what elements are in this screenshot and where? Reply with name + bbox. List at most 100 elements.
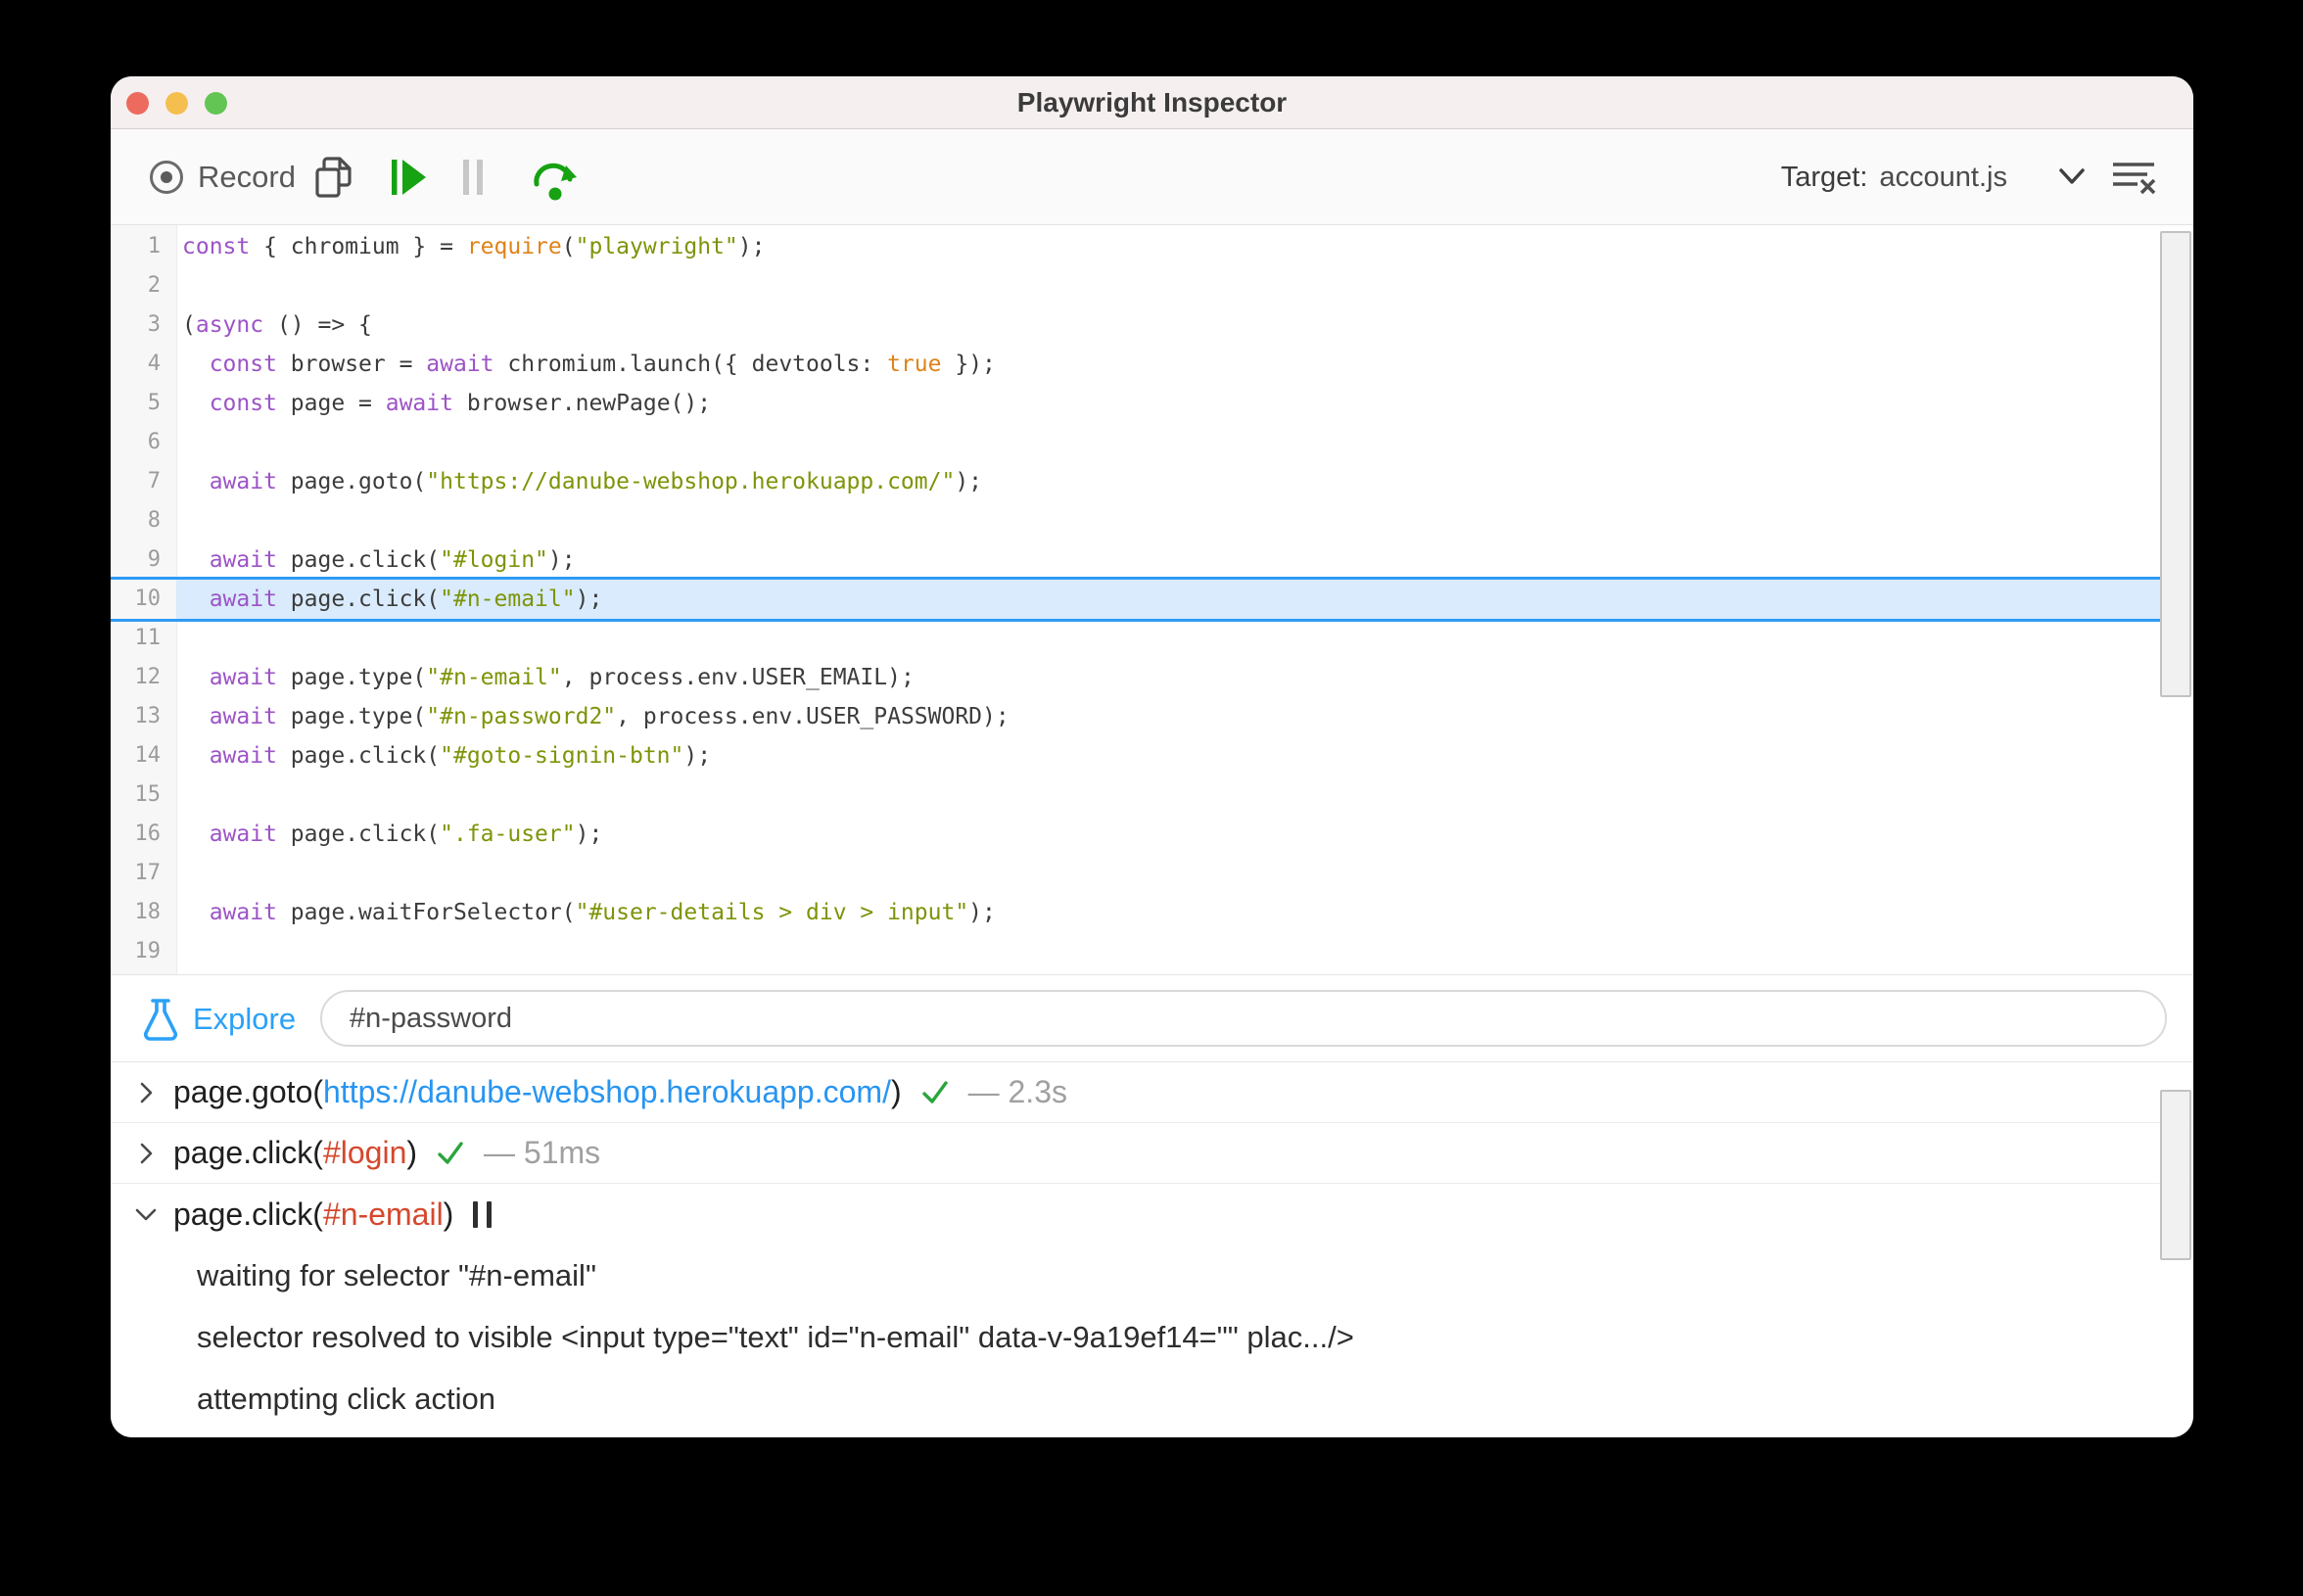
line-number: 12	[134, 665, 162, 689]
selector-input[interactable]	[320, 990, 2167, 1047]
line-number: 13	[134, 704, 162, 728]
code-line: 5 const page = await browser.newPage();	[111, 384, 2193, 423]
line-number: 19	[134, 939, 162, 963]
code-text: await page.type("#n-password2", process.…	[209, 704, 1010, 729]
check-icon	[433, 1136, 468, 1171]
window-title: Playwright Inspector	[1016, 87, 1288, 117]
paused-icon	[473, 1200, 493, 1228]
code-text: await page.click("#goto-signin-btn");	[209, 743, 712, 769]
check-icon	[917, 1075, 953, 1110]
log-entry[interactable]: page.click(#n-email)	[111, 1184, 2193, 1244]
code-line: 9 await page.click("#login");	[111, 540, 2193, 580]
record-button[interactable]: Record	[147, 129, 296, 225]
code-text: (async () => {	[182, 312, 372, 338]
log-detail-line: attempting click action	[197, 1382, 495, 1416]
code-line: 18 await page.waitForSelector("#user-det…	[111, 893, 2193, 932]
resume-icon	[387, 156, 430, 199]
code-text: const page = await browser.newPage();	[209, 391, 712, 416]
code-line: 4 const browser = await chromium.launch(…	[111, 345, 2193, 384]
step-over-icon	[529, 153, 582, 202]
log-entry[interactable]: page.click(#login) — 51ms	[111, 1123, 2193, 1184]
code-line: 10 await page.click("#n-email");	[111, 580, 2193, 619]
target-dropdown-button[interactable]	[2056, 129, 2088, 225]
target-value: account.js	[1879, 161, 2007, 193]
line-number: 2	[147, 273, 161, 298]
code-text: await page.type("#n-email", process.env.…	[209, 665, 915, 690]
code-text: await page.click("#login");	[209, 547, 576, 573]
code-text: const browser = await chromium.launch({ …	[209, 352, 996, 377]
code-line: 12 await page.type("#n-email", process.e…	[111, 658, 2193, 697]
pause-icon	[455, 156, 491, 199]
code-line: 13 await page.type("#n-password2", proce…	[111, 697, 2193, 736]
chevron-down-icon[interactable]	[132, 1200, 160, 1228]
line-number: 1	[147, 234, 161, 258]
pause-button[interactable]	[455, 129, 491, 225]
chevron-down-icon	[2056, 166, 2088, 188]
code-line: 6	[111, 423, 2193, 462]
line-number: 17	[134, 861, 162, 885]
explore-button[interactable]: Explore	[140, 975, 296, 1063]
line-number: 10	[134, 587, 162, 611]
chevron-right-icon[interactable]	[132, 1140, 160, 1167]
code-line: 1 const { chromium } = require("playwrigh…	[111, 227, 2193, 266]
copy-icon	[311, 153, 356, 202]
code-line: 17	[111, 854, 2193, 893]
code-text: const { chromium } = require("playwright…	[182, 234, 766, 259]
explore-bar: Explore	[111, 974, 2193, 1062]
step-over-button[interactable]	[529, 129, 582, 225]
code-line: 8	[111, 501, 2193, 540]
log-entry-text: page.goto(https://danube-webshop.herokua…	[173, 1074, 902, 1109]
line-number: 7	[147, 469, 161, 493]
log-entry-text: page.click(#login)	[173, 1135, 418, 1170]
duration-label: — 2.3s	[967, 1074, 1067, 1109]
target-selector[interactable]: Target: account.js	[1781, 129, 2007, 225]
clear-log-icon	[2110, 157, 2157, 198]
target-label: Target:	[1780, 161, 1868, 193]
line-number: 9	[147, 547, 161, 572]
code-line: 2	[111, 266, 2193, 305]
code-line: 14 await page.click("#goto-signin-btn");	[111, 736, 2193, 775]
line-number: 18	[134, 900, 162, 924]
copy-button[interactable]	[311, 129, 356, 225]
line-number: 3	[147, 312, 161, 337]
log-detail-line: waiting for selector "#n-email"	[197, 1258, 596, 1292]
line-number: 4	[147, 352, 161, 376]
resume-button[interactable]	[387, 129, 430, 225]
log-scrollbar-thumb[interactable]	[2160, 1090, 2191, 1260]
line-number: 15	[134, 782, 162, 807]
flask-icon	[140, 997, 181, 1042]
toolbar: Record Target: account.js	[111, 129, 2193, 225]
log-url-link[interactable]: https://danube-webshop.herokuapp.com/	[323, 1074, 891, 1109]
action-log: page.goto(https://danube-webshop.herokua…	[111, 1062, 2193, 1437]
code-rows: 1 const { chromium } = require("playwrigh…	[111, 225, 2193, 974]
code-line: 11	[111, 619, 2193, 658]
duration-label: — 51ms	[484, 1135, 601, 1170]
code-editor: 1 const { chromium } = require("playwrigh…	[111, 225, 2193, 974]
record-label: Record	[198, 160, 296, 194]
playwright-inspector-window: Playwright Inspector Record Target: acco…	[111, 76, 2193, 1437]
line-number: 5	[147, 391, 161, 415]
code-line: 19	[111, 932, 2193, 971]
code-line: 3 (async () => {	[111, 305, 2193, 345]
chevron-right-icon[interactable]	[132, 1079, 160, 1106]
code-text: await page.goto("https://danube-webshop.…	[209, 469, 983, 494]
code-line: 16 await page.click(".fa-user");	[111, 815, 2193, 854]
clear-log-button[interactable]	[2110, 129, 2157, 225]
line-number: 11	[134, 626, 162, 650]
code-text: await page.click(".fa-user");	[209, 821, 603, 847]
log-detail-line: selector resolved to visible <input type…	[197, 1320, 1354, 1354]
code-line: 7 await page.goto("https://danube-websho…	[111, 462, 2193, 501]
line-number: 6	[147, 430, 161, 454]
log-entry[interactable]: page.goto(https://danube-webshop.herokua…	[111, 1062, 2193, 1123]
code-text: await page.click("#n-email");	[209, 587, 603, 612]
log-entry-text: page.click(#n-email)	[173, 1196, 454, 1232]
title-bar: Playwright Inspector	[111, 76, 2193, 129]
record-icon	[147, 158, 186, 197]
